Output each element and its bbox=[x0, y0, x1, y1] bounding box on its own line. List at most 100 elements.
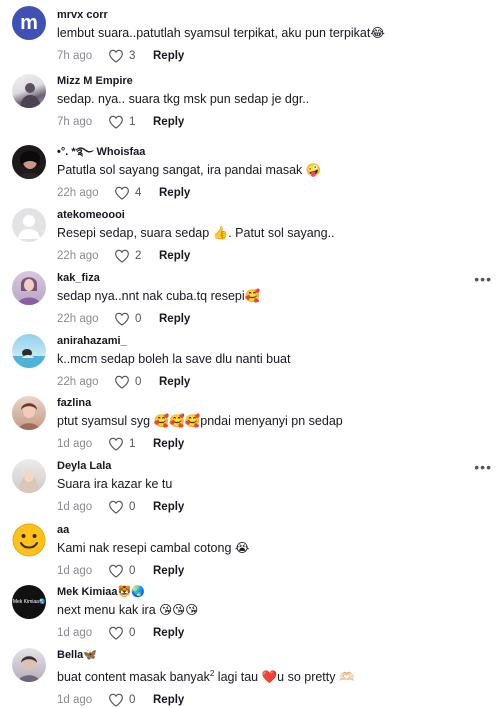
reply-button[interactable]: Reply bbox=[153, 116, 184, 128]
reply-button[interactable]: Reply bbox=[153, 438, 184, 450]
comment-time: 7h ago bbox=[57, 50, 93, 62]
smiley-face-icon bbox=[12, 523, 46, 557]
avatar-person-icon bbox=[19, 470, 39, 493]
heart-outline-icon bbox=[109, 437, 123, 451]
comment-time: 1d ago bbox=[57, 565, 93, 577]
comment-text: Kami nak resepi cambal cotong 😭 bbox=[57, 541, 250, 555]
avatar[interactable] bbox=[12, 208, 46, 242]
reply-button[interactable]: Reply bbox=[159, 313, 190, 325]
heart-outline-icon bbox=[109, 115, 123, 129]
heart-outline-icon bbox=[109, 500, 123, 514]
avatar-person-icon bbox=[17, 277, 41, 305]
avatar-text: Mek Kimiaa🌏 bbox=[12, 599, 46, 605]
comment-text: buat content masak banyak2 lagi tau ❤️u … bbox=[57, 665, 470, 686]
comment-text: Patutla sol sayang sangat, ira pandai ma… bbox=[57, 163, 322, 177]
like-button[interactable]: 3 bbox=[108, 49, 153, 63]
avatar-person-icon bbox=[18, 151, 42, 179]
reply-button[interactable]: Reply bbox=[153, 627, 184, 639]
like-count: 2 bbox=[135, 250, 142, 262]
reply-button[interactable]: Reply bbox=[153, 501, 184, 513]
avatar-person-icon bbox=[18, 403, 40, 430]
comment-time: 22h ago bbox=[57, 250, 99, 262]
like-button[interactable]: 1 bbox=[108, 437, 153, 451]
heart-outline-icon bbox=[109, 693, 123, 707]
reply-button[interactable]: Reply bbox=[159, 187, 190, 199]
comment-username[interactable]: mrvx corr bbox=[57, 8, 470, 22]
heart-outline-icon bbox=[115, 312, 129, 326]
reply-button[interactable]: Reply bbox=[153, 694, 184, 706]
comment-username[interactable]: Bella🦋 bbox=[57, 648, 470, 662]
like-button[interactable]: 1 bbox=[108, 115, 153, 129]
avatar[interactable] bbox=[12, 648, 46, 682]
heart-outline-icon bbox=[109, 49, 123, 63]
like-count: 0 bbox=[129, 694, 136, 707]
avatar[interactable] bbox=[12, 459, 46, 493]
like-button[interactable]: 0 bbox=[108, 564, 153, 578]
avatar[interactable] bbox=[12, 74, 46, 108]
like-button[interactable]: 2 bbox=[114, 249, 159, 263]
like-count: 0 bbox=[135, 313, 142, 325]
comment-username[interactable]: aa bbox=[57, 523, 470, 537]
comment-time: 22h ago bbox=[57, 376, 99, 388]
comment-time: 1d ago bbox=[57, 438, 93, 450]
default-avatar-icon bbox=[18, 215, 40, 239]
heart-outline-icon bbox=[115, 375, 129, 389]
comment-text: Resepi sedap, suara sedap 👍. Patut sol s… bbox=[57, 226, 335, 240]
comment-text-part: lagi tau ❤️u so pretty 🫶🏻 bbox=[214, 670, 355, 685]
like-count: 0 bbox=[135, 376, 142, 388]
comment-time: 7h ago bbox=[57, 116, 93, 128]
avatar-person-icon bbox=[18, 656, 40, 682]
like-button[interactable]: 4 bbox=[114, 186, 159, 200]
like-count: 0 bbox=[129, 565, 136, 577]
avatar[interactable] bbox=[12, 334, 46, 368]
comment-username[interactable]: Deyla Lala bbox=[57, 459, 470, 473]
avatar[interactable]: Mek Kimiaa🌏 bbox=[12, 585, 46, 619]
reply-button[interactable]: Reply bbox=[159, 250, 190, 262]
comment-text: sedap nya..nnt nak cuba.tq resepi🥰 bbox=[57, 289, 261, 303]
avatar-person-icon bbox=[20, 83, 41, 108]
avatar-letter: m bbox=[20, 11, 38, 34]
more-dots-icon[interactable]: ••• bbox=[474, 271, 492, 287]
comment-username[interactable]: anirahazami_ bbox=[57, 334, 470, 348]
comment-time: 22h ago bbox=[57, 313, 99, 325]
like-button[interactable]: 0 bbox=[108, 693, 153, 707]
heart-outline-icon bbox=[115, 186, 129, 200]
like-count: 4 bbox=[135, 187, 142, 199]
like-count: 1 bbox=[129, 116, 136, 128]
comment-username[interactable]: kak_fiza bbox=[57, 271, 470, 285]
comment-username[interactable]: atekomeoooi bbox=[57, 208, 470, 222]
comment-text: k..mcm sedap boleh la save dlu nanti bua… bbox=[57, 352, 291, 366]
comment-text-part: buat content masak banyak bbox=[57, 670, 210, 685]
like-count: 0 bbox=[129, 627, 136, 639]
comment-username[interactable]: Mek Kimiaa🐯🌏 bbox=[57, 585, 470, 599]
comment-time: 22h ago bbox=[57, 187, 99, 199]
heart-outline-icon bbox=[115, 249, 129, 263]
comment-text: ptut syamsul syg 🥰🥰🥰pndai menyanyi pn se… bbox=[57, 414, 343, 428]
avatar[interactable] bbox=[12, 523, 46, 557]
heart-outline-icon bbox=[109, 626, 123, 640]
comment-username[interactable]: fazlina bbox=[57, 396, 470, 410]
like-count: 0 bbox=[129, 501, 136, 513]
avatar[interactable] bbox=[12, 145, 46, 179]
more-dots-icon[interactable]: ••• bbox=[474, 459, 492, 475]
avatar[interactable] bbox=[12, 396, 46, 430]
reply-button[interactable]: Reply bbox=[153, 50, 184, 62]
reply-button[interactable]: Reply bbox=[153, 565, 184, 577]
comment-username[interactable]: •°. *࿐ Whoisfaa bbox=[57, 145, 470, 159]
like-button[interactable]: 0 bbox=[108, 500, 153, 514]
comment-time: 1d ago bbox=[57, 694, 93, 707]
comment-username[interactable]: Mizz M Empire bbox=[57, 74, 470, 88]
comment-text: Suara ira kazar ke tu bbox=[57, 477, 173, 491]
avatar[interactable]: m bbox=[12, 6, 46, 40]
like-button[interactable]: 0 bbox=[114, 312, 159, 326]
like-count: 3 bbox=[129, 50, 136, 62]
like-button[interactable]: 0 bbox=[108, 626, 153, 640]
avatar-beach-icon bbox=[12, 349, 46, 368]
like-button[interactable]: 0 bbox=[114, 375, 159, 389]
comment-text: sedap. nya.. suara tkg msk pun sedap je … bbox=[57, 92, 310, 106]
reply-button[interactable]: Reply bbox=[159, 376, 190, 388]
avatar[interactable] bbox=[12, 271, 46, 305]
comment-time: 1d ago bbox=[57, 627, 93, 639]
comment-text: lembut suara..patutlah syamsul terpikat,… bbox=[57, 26, 385, 40]
like-count: 1 bbox=[129, 438, 136, 450]
